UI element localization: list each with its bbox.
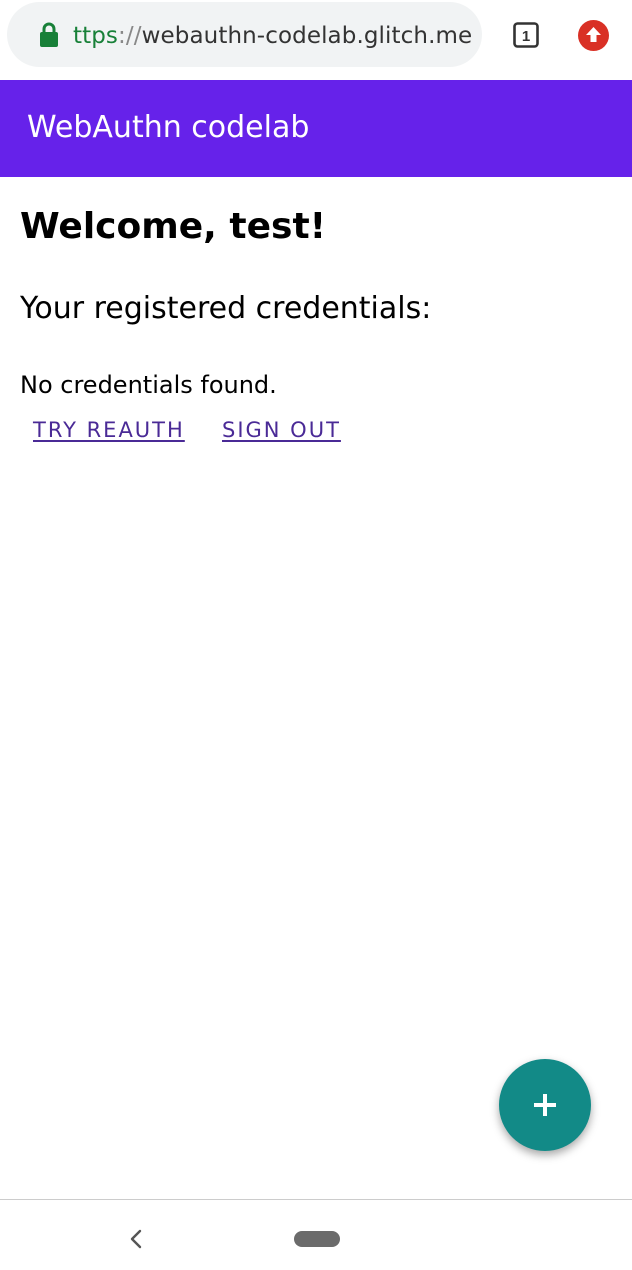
url-scheme: ttps xyxy=(73,23,119,49)
plus-icon xyxy=(534,1094,556,1116)
screen: ttps://webauthn-codelab.glitch.me 1 WebA… xyxy=(0,0,632,1270)
empty-credentials-message: No credentials found. xyxy=(20,371,277,399)
url-host: webauthn-codelab.glitch.me xyxy=(141,23,473,49)
credentials-heading: Your registered credentials: xyxy=(20,291,432,326)
app-header: WebAuthn codelab xyxy=(0,80,632,177)
app-title: WebAuthn codelab xyxy=(27,110,310,145)
add-credential-button[interactable] xyxy=(499,1059,591,1151)
browser-toolbar: ttps://webauthn-codelab.glitch.me 1 xyxy=(0,0,632,80)
home-pill-icon[interactable] xyxy=(294,1231,340,1247)
update-icon[interactable] xyxy=(578,20,609,51)
welcome-heading: Welcome, test! xyxy=(20,206,327,247)
lock-icon xyxy=(40,22,58,47)
sign-out-button[interactable]: SIGN OUT xyxy=(222,416,341,444)
try-reauth-button[interactable]: TRY REAUTH xyxy=(33,416,185,444)
url-separator: :// xyxy=(118,23,142,49)
url-text: ttps://webauthn-codelab.glitch.me xyxy=(73,21,472,51)
address-bar[interactable]: ttps://webauthn-codelab.glitch.me xyxy=(7,2,482,67)
chevron-left-icon[interactable] xyxy=(127,1229,145,1249)
system-nav-bar xyxy=(0,1200,632,1270)
tab-count: 1 xyxy=(522,28,530,45)
tab-switcher-icon[interactable]: 1 xyxy=(513,22,539,48)
